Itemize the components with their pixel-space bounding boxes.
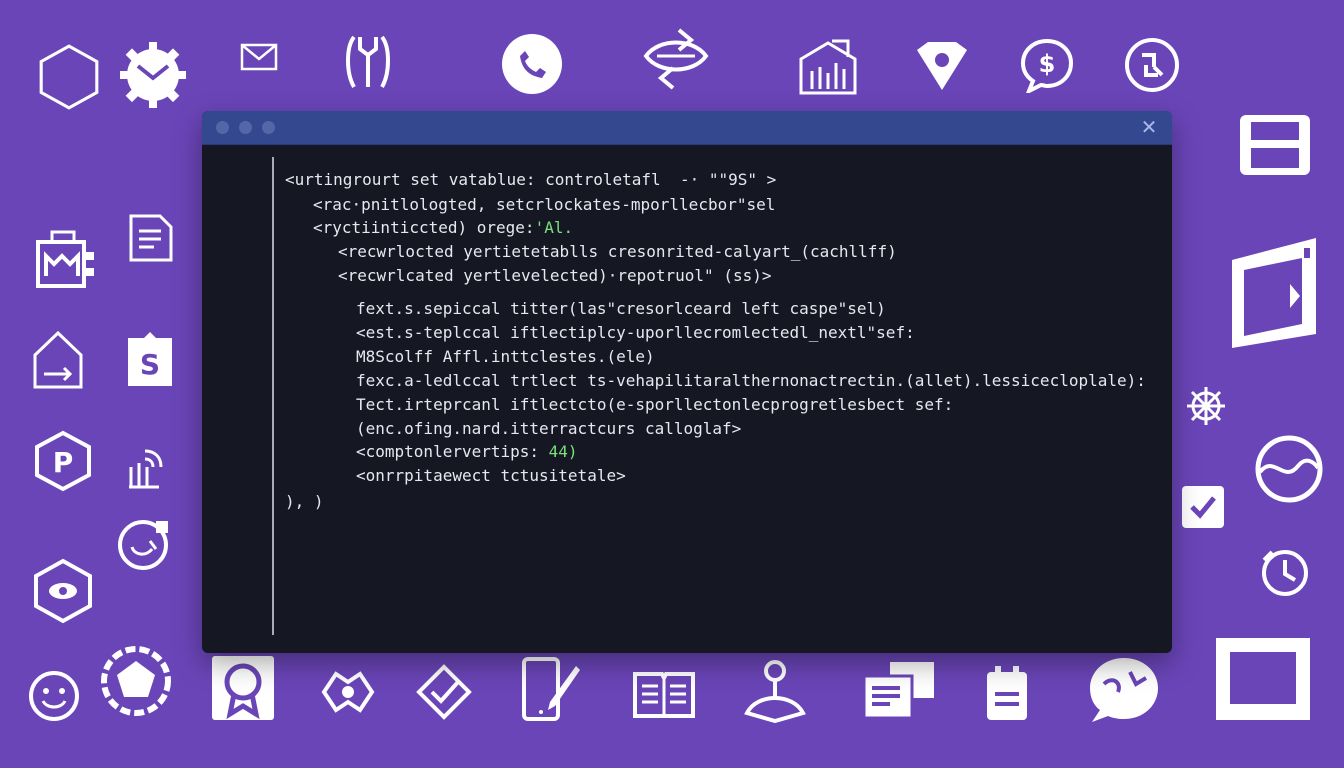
network-icon	[1184, 384, 1228, 428]
chart-envelope-icon	[798, 37, 858, 95]
code-line: M8Scolff Affl.inttclestes.(ele)	[356, 347, 655, 366]
code-text: <rac·pnitlologted, setcrlockates-mporlle…	[313, 195, 776, 214]
hexagon-icon	[38, 43, 100, 111]
tickets-icon	[860, 658, 938, 722]
archive-icon	[1237, 112, 1313, 178]
parking-icon: P	[34, 430, 92, 492]
window-dot-button[interactable]	[216, 121, 229, 134]
gear-envelope-icon	[118, 40, 188, 110]
share-icon	[1124, 37, 1180, 93]
pentagon-gear-icon	[98, 643, 174, 719]
code-text: (enc.ofing.nard.itterractcurs calloglaf>	[356, 419, 742, 438]
terminal-window[interactable]: ✕ <urtingrourt set vatablue: controletaf…	[202, 111, 1172, 653]
ticket-icon	[641, 26, 711, 92]
code-highlight: 44)	[548, 442, 578, 461]
close-icon[interactable]: ✕	[1138, 115, 1160, 139]
code-text: <onrrpitaewect tctusitetale>	[356, 466, 626, 485]
checkbox-icon	[1180, 484, 1226, 530]
svg-text:P: P	[53, 446, 74, 479]
envelope-icon	[240, 43, 278, 71]
code-line: <onrrpitaewect tctusitetale>	[356, 466, 626, 485]
code-text: <recwrlocted yertietetablls cresonrited-…	[338, 242, 897, 261]
eye-ticket-icon	[320, 664, 376, 720]
code-line: ), )	[285, 492, 324, 511]
code-line: fext.s.sepiccal titter(las"cresorlceard …	[356, 299, 886, 318]
code-text: Tect.irteprcanl iftlectcto(e-sporllecton…	[356, 395, 954, 414]
svg-text:S: S	[140, 348, 160, 381]
code-line: <comptonlervertips: 44)	[356, 442, 578, 461]
tablet-pen-icon	[520, 656, 580, 722]
wifi-hand-icon	[127, 447, 165, 489]
wrench-icon	[344, 33, 392, 91]
code-text: <comptonlervertips:	[356, 442, 549, 461]
window-dot-button[interactable]	[262, 121, 275, 134]
door-icon	[1228, 236, 1320, 350]
eye-hexagon-icon	[32, 558, 94, 624]
book-icon	[632, 668, 696, 720]
code-line: <est.s-teplccal iftlectiplcy-uporllecrom…	[356, 323, 915, 342]
code-line: Tect.irteprcanl iftlectcto(e-sporllecton…	[356, 395, 953, 414]
code-text: <recwrlcated yertlevelected)·repotruol" …	[338, 266, 772, 285]
code-text: <ryctiinticcted) orege:	[313, 218, 535, 237]
dollar-badge-icon: S	[122, 330, 178, 390]
code-line: fexc.a-ledlccal trtlect ts-vehapilitaral…	[356, 371, 1146, 390]
location-hand-icon	[743, 657, 807, 723]
check-shield-icon	[416, 664, 472, 720]
dollar-chat-icon: $	[1019, 37, 1075, 93]
award-icon	[210, 654, 276, 722]
code-line: <ryctiinticcted) orege:'Al.	[313, 218, 573, 237]
title-bar[interactable]: ✕	[202, 111, 1172, 145]
code-line: <recwrlocted yertietetablls cresonrited-…	[338, 242, 897, 261]
code-text: M8Scolff Affl.inttclestes.(ele)	[356, 347, 655, 366]
window-dot-button[interactable]	[239, 121, 252, 134]
globe-chat-icon	[1086, 654, 1162, 724]
code-text: ), )	[285, 492, 324, 511]
home-arrow-icon	[32, 330, 84, 390]
code-text: fexc.a-ledlccal trtlect ts-vehapilitaral…	[356, 371, 1146, 390]
bank-icon	[32, 228, 96, 292]
code-highlight: 'Al.	[534, 218, 574, 237]
calendar-clip-icon	[984, 664, 1030, 722]
diamond-location-icon	[914, 40, 970, 92]
globe-icon	[1254, 434, 1324, 504]
frame-icon	[1214, 636, 1312, 722]
document-icon	[128, 213, 174, 263]
code-text: <urtingrourt set vatablue: controletafl …	[285, 170, 777, 189]
phone-chat-icon	[500, 32, 564, 96]
code-line: <recwrlcated yertlevelected)·repotruol" …	[338, 266, 771, 285]
code-text: fext.s.sepiccal titter(las"cresorlceard …	[356, 299, 886, 318]
code-gutter-line	[272, 157, 274, 635]
code-line: (enc.ofing.nard.itterractcurs calloglaf>	[356, 419, 741, 438]
chat-refresh-icon	[116, 517, 172, 573]
clock-icon	[1260, 548, 1310, 598]
smile-icon	[28, 670, 80, 722]
code-text: <est.s-teplccal iftlectiplcy-uporllecrom…	[356, 323, 915, 342]
code-line: <rac·pnitlologted, setcrlockates-mporlle…	[313, 195, 775, 214]
code-line: <urtingrourt set vatablue: controletafl …	[285, 170, 776, 189]
svg-text:$: $	[1039, 50, 1056, 78]
